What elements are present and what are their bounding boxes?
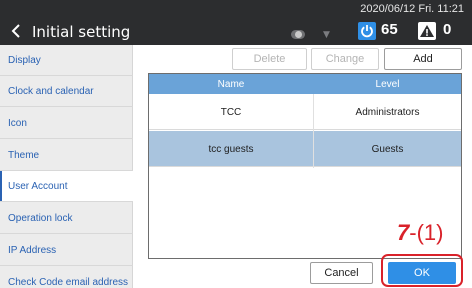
step-number: 7 bbox=[397, 220, 410, 245]
change-button[interactable]: Change bbox=[311, 48, 379, 70]
column-header-level: Level bbox=[375, 78, 400, 90]
column-header-name: Name bbox=[217, 78, 245, 90]
sidebar-item-display[interactable]: Display bbox=[0, 45, 133, 76]
sidebar-item-icon[interactable]: Icon bbox=[0, 108, 133, 139]
sidebar-item-clock-and-calendar[interactable]: Clock and calendar bbox=[0, 76, 133, 107]
step-suffix: -(1) bbox=[409, 220, 444, 245]
power-icon bbox=[358, 22, 376, 40]
cancel-button[interactable]: Cancel bbox=[310, 262, 373, 284]
back-button[interactable] bbox=[6, 20, 26, 42]
step-annotation: 7-(1) bbox=[397, 220, 443, 246]
date-time: 2020/06/12 Fri. 11:21 bbox=[360, 3, 464, 15]
caret-down-icon[interactable]: ▼ bbox=[323, 30, 330, 40]
ok-button[interactable]: OK bbox=[388, 262, 456, 284]
column-divider bbox=[313, 94, 314, 168]
warning-icon bbox=[418, 22, 436, 40]
sidebar-item-ip-address[interactable]: IP Address bbox=[0, 235, 133, 266]
cell-name: tcc guests bbox=[208, 143, 254, 155]
table-header: Name Level bbox=[149, 74, 461, 94]
power-count: 65 bbox=[381, 21, 398, 38]
cell-name: TCC bbox=[220, 106, 242, 118]
alert-count: 0 bbox=[443, 21, 452, 38]
sidebar-item-check-code-email[interactable]: Check Code email address bbox=[0, 267, 133, 288]
delete-button[interactable]: Delete bbox=[232, 48, 307, 70]
cell-level: Administrators bbox=[355, 106, 420, 118]
toggle-icon[interactable] bbox=[291, 30, 305, 39]
sidebar-item-theme[interactable]: Theme bbox=[0, 140, 133, 171]
table-row[interactable]: TCC Administrators bbox=[149, 94, 461, 130]
sidebar: Display Clock and calendar Icon Theme Us… bbox=[0, 45, 133, 288]
add-button[interactable]: Add bbox=[384, 48, 462, 70]
cell-level: Guests bbox=[371, 143, 404, 155]
sidebar-item-user-account[interactable]: User Account bbox=[0, 171, 133, 202]
title-bar: Initial setting 2020/06/12 Fri. 11:21 ▼ … bbox=[0, 0, 472, 45]
sidebar-item-operation-lock[interactable]: Operation lock bbox=[0, 203, 133, 234]
table-row-selected[interactable]: tcc guests Guests bbox=[149, 131, 461, 167]
page-title: Initial setting bbox=[32, 23, 131, 41]
chevron-left-icon bbox=[11, 24, 20, 38]
